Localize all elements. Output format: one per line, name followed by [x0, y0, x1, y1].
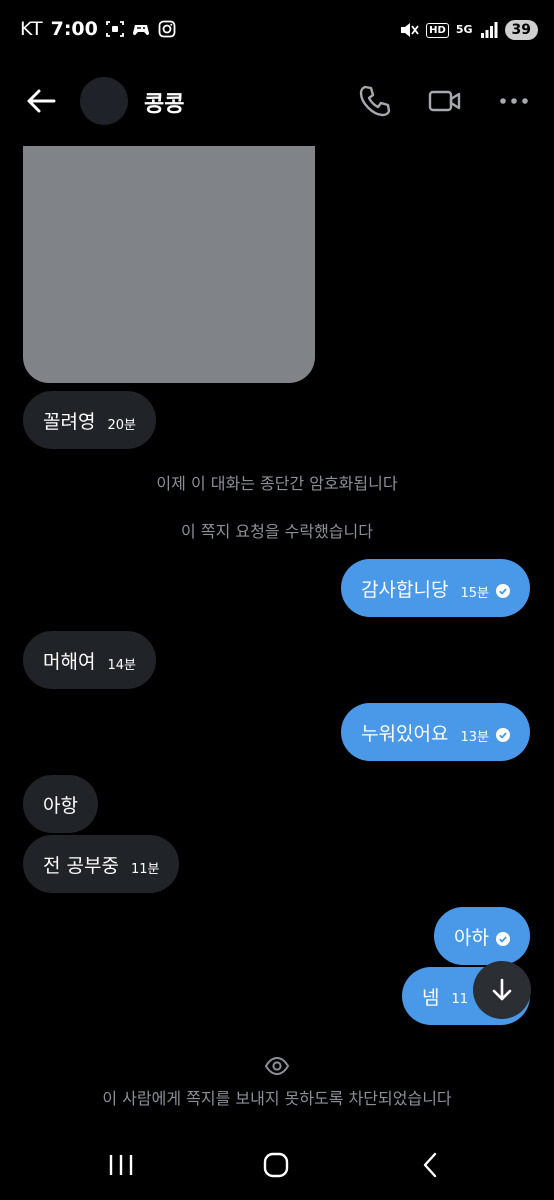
arrow-down-icon [492, 978, 512, 1001]
encryption-notice: 이제 이 대화는 종단간 암호화됩니다 [156, 474, 398, 493]
message-text: 아항 [43, 794, 78, 817]
home-icon[interactable] [259, 1148, 293, 1182]
instagram-icon [158, 20, 176, 38]
message-bubble-incoming[interactable]: 꼴려영 20분 [23, 391, 156, 449]
blocked-notice: 이 사람에게 쪽지를 보내지 못하도록 차단되었습니다 [102, 1089, 452, 1108]
phone-call-icon[interactable] [356, 82, 394, 120]
request-accepted-notice: 이 쪽지 요청을 수락했습니다 [181, 522, 373, 541]
message-time: 11분 [130, 861, 160, 877]
message-bubble-outgoing[interactable]: 감사합니당 15분 [341, 559, 530, 617]
message-time: 11 [451, 991, 468, 1007]
read-check-icon [496, 932, 510, 946]
message-bubble-incoming[interactable]: 전 공부중 11분 [23, 835, 180, 893]
message-time: 20분 [107, 417, 136, 433]
message-bubble-incoming[interactable]: 아항 [23, 775, 98, 833]
message-bubble-outgoing[interactable]: 누워있어요 13분 [341, 703, 530, 761]
back-nav-icon[interactable] [414, 1148, 448, 1182]
read-check-icon [496, 728, 510, 742]
message-text: 전 공부중 [43, 854, 119, 877]
message-text: 머해여 [43, 650, 96, 673]
eye-icon [264, 1056, 290, 1076]
recent-apps-icon[interactable] [104, 1148, 138, 1182]
screenshot-icon [105, 21, 124, 37]
clock: 7:00 [50, 18, 98, 40]
system-nav-bar [0, 1130, 554, 1200]
read-check-icon [496, 584, 510, 598]
avatar[interactable] [80, 77, 128, 125]
message-text: 누워있어요 [361, 722, 449, 745]
mute-icon [401, 23, 419, 37]
message-bubble-incoming[interactable]: 머해여 14분 [23, 631, 156, 689]
message-text: 아하 [454, 926, 489, 949]
status-bar: KT 7:00 HD 5G 39 [0, 0, 554, 62]
message-time: 13분 [460, 729, 489, 745]
more-options-icon[interactable] [495, 82, 533, 120]
contact-name[interactable]: 콩콩 [144, 86, 184, 118]
message-text: 감사합니당 [361, 578, 449, 601]
message-time: 14분 [107, 657, 136, 673]
message-text: 꼴려영 [43, 410, 96, 433]
chat-screen: KT 7:00 HD 5G 39 콩콩 꼴려영 20분 이제 이 대화는 종단간… [0, 0, 554, 1200]
network-type-label: 5G [455, 23, 473, 36]
video-call-icon[interactable] [426, 82, 464, 120]
back-arrow-icon[interactable] [24, 84, 58, 118]
scroll-to-bottom-button[interactable] [473, 961, 531, 1019]
game-controller-icon [132, 25, 149, 36]
message-time: 15분 [460, 585, 489, 601]
chat-header: 콩콩 [0, 62, 554, 142]
battery-indicator: 39 [504, 20, 538, 40]
message-bubble-outgoing[interactable]: 아하 [434, 907, 530, 965]
shared-image[interactable] [23, 146, 315, 383]
message-text: 넴 [421, 986, 440, 1009]
signal-icon [480, 22, 498, 38]
hd-voice-icon: HD [426, 22, 449, 38]
carrier-label: KT [20, 18, 43, 40]
